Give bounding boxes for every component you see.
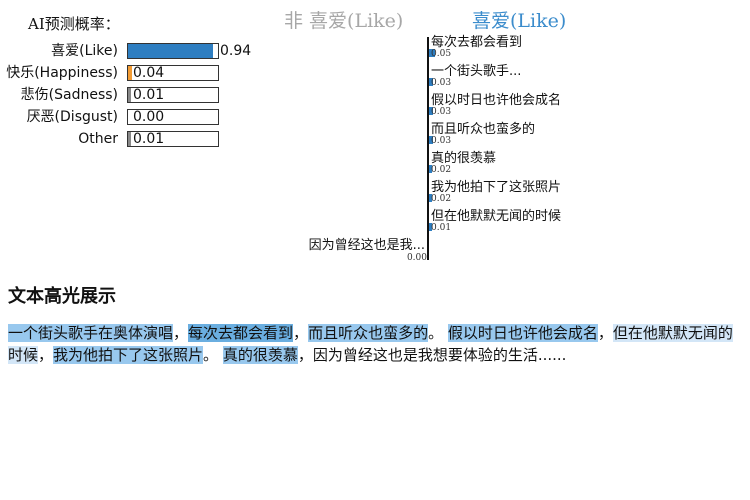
prediction-bar-fill — [128, 88, 131, 102]
plain-text: ， — [38, 346, 54, 364]
positive-class-header: 喜爱(Like) — [472, 10, 567, 32]
feature-value: 0.00 — [406, 253, 427, 263]
negative-class-header: 非 喜爱(Like) — [284, 10, 404, 32]
feature-value: 0.02 — [431, 194, 452, 204]
feature-value: 0.03 — [431, 136, 452, 146]
highlighted-phrase: 而且听众也蛮多的 — [308, 324, 429, 342]
prediction-value: 0.04 — [133, 65, 165, 81]
feature-label: 因为曾经这也是我... — [308, 238, 425, 253]
prediction-label: 厌恶(Disgust) — [26, 109, 118, 125]
feature-value: 0.02 — [431, 165, 452, 175]
prediction-label: 悲伤(Sadness) — [20, 87, 118, 103]
prediction-bar — [127, 43, 219, 59]
plain-text: 。 — [203, 346, 223, 364]
highlighted-text: 一个街头歌手在奥体演唱，每次去都会看到，而且听众也蛮多的。 假以时日也许他会成名… — [8, 322, 738, 366]
plain-text: 。 — [428, 324, 448, 342]
highlight-section-title: 文本高光展示 — [8, 286, 116, 307]
feature-value: 0.03 — [431, 107, 452, 117]
highlighted-phrase: 我为他拍下了这张照片 — [53, 346, 204, 364]
plain-text: ，因为曾经这也是我想要体验的生活...... — [297, 346, 567, 364]
prediction-value: 0.01 — [133, 131, 165, 147]
feature-label: 我为他拍下了这张照片 — [431, 180, 562, 195]
highlighted-phrase: 一个街头歌手在奥体演唱 — [8, 324, 174, 342]
highlighted-phrase: 真的很羡慕 — [222, 346, 298, 364]
prediction-title: AI预测概率： — [28, 15, 120, 33]
feature-label: 一个街头歌手... — [431, 64, 522, 79]
prediction-label: 快乐(Happiness) — [6, 65, 118, 81]
feature-label: 真的很羡慕 — [431, 151, 497, 166]
feature-value: 0.05 — [431, 49, 452, 59]
feature-label: 假以时日也许他会成名 — [431, 93, 562, 108]
feature-label: 而且听众也蛮多的 — [431, 122, 536, 137]
prediction-label: Other — [78, 131, 118, 147]
plain-text: ， — [293, 324, 309, 342]
feature-value: 0.01 — [431, 223, 452, 233]
prediction-bar-fill — [128, 132, 131, 146]
feature-label: 每次去都会看到 — [431, 35, 523, 50]
prediction-bar-fill — [128, 66, 132, 80]
prediction-value: 0.00 — [133, 109, 165, 125]
prediction-value: 0.94 — [220, 43, 252, 59]
highlighted-phrase: 每次去都会看到 — [188, 324, 294, 342]
highlighted-phrase: 假以时日也许他会成名 — [447, 324, 598, 342]
plain-text: ， — [597, 324, 613, 342]
feature-label: 但在他默默无闻的时候 — [431, 209, 562, 224]
feature-value: 0.03 — [431, 78, 452, 88]
prediction-bar-fill — [128, 44, 213, 58]
prediction-label: 喜爱(Like) — [51, 43, 118, 59]
prediction-value: 0.01 — [133, 87, 165, 103]
plain-text: ， — [173, 324, 189, 342]
